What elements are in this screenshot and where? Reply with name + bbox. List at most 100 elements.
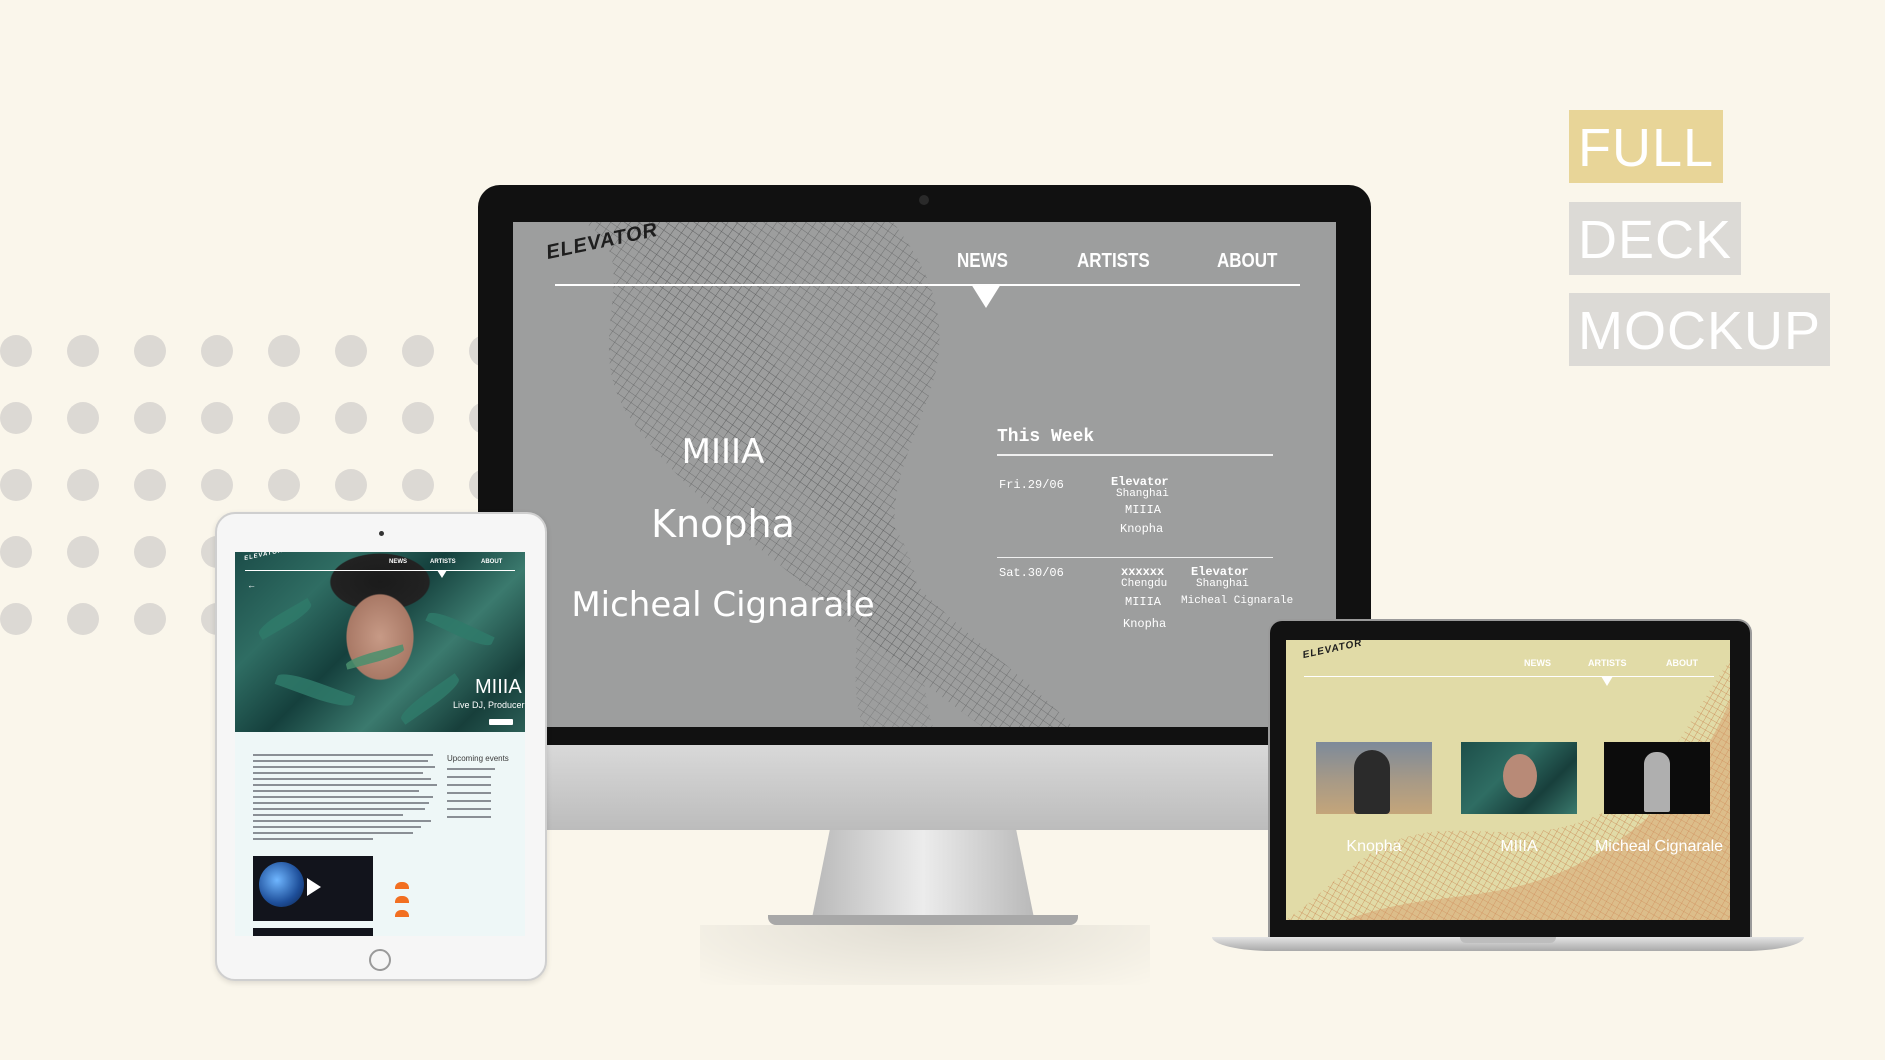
nav-underline xyxy=(245,570,515,571)
leaf-shape xyxy=(397,673,463,725)
play-icon[interactable] xyxy=(307,878,321,896)
video-thumbnail xyxy=(259,862,304,907)
video-player[interactable] xyxy=(253,856,373,921)
decorative-dot xyxy=(268,402,300,434)
contact-button[interactable] xyxy=(489,719,513,725)
artist-thumb-miiia[interactable] xyxy=(1461,742,1577,814)
nav-artists[interactable]: ARTISTS xyxy=(430,559,456,565)
tablet-camera xyxy=(379,531,384,536)
bio-text-line xyxy=(253,766,435,768)
decorative-dot xyxy=(201,402,233,434)
event-date: Fri.29/06 xyxy=(999,478,1064,492)
nav-active-indicator xyxy=(971,284,1001,308)
nav-about[interactable]: ABOUT xyxy=(481,559,502,565)
event-divider xyxy=(997,557,1273,558)
bio-text-line xyxy=(253,814,403,816)
decorative-dot xyxy=(134,536,166,568)
leaf-shape xyxy=(274,668,356,712)
leaf-shape xyxy=(255,597,315,641)
nav-artists[interactable]: ARTISTS xyxy=(1588,658,1627,668)
soundcloud-icon[interactable] xyxy=(395,910,409,917)
artist-portrait xyxy=(1644,752,1670,812)
nav-underline xyxy=(555,284,1300,286)
nav-news[interactable]: NEWS xyxy=(389,559,407,565)
bio-text-line xyxy=(253,772,423,774)
decorative-dot xyxy=(402,335,434,367)
event-city: Shanghai xyxy=(1196,578,1249,590)
decorative-dot xyxy=(201,469,233,501)
artist-label-micheal-cignarale[interactable]: Micheal Cignarale xyxy=(1584,838,1730,856)
this-week-title: This Week xyxy=(997,427,1095,447)
event-venue[interactable]: xxxxxx xyxy=(1121,565,1164,579)
laptop-screen: ELEVATOR NEWS ARTISTS ABOUT Knopha MIIIA… xyxy=(1286,640,1730,920)
artist-label-knopha[interactable]: Knopha xyxy=(1299,838,1449,856)
decorative-dot xyxy=(134,603,166,635)
decorative-dot xyxy=(0,469,32,501)
soundcloud-icon[interactable] xyxy=(395,882,409,889)
decorative-dot xyxy=(67,603,99,635)
decorative-dot xyxy=(67,402,99,434)
tablet-screen: ELEVATOR NEWS ARTISTS ABOUT ← MIIIA Live… xyxy=(235,552,525,936)
nav-active-indicator xyxy=(1601,676,1613,686)
bio-text-line xyxy=(253,832,413,834)
event-text-line xyxy=(447,808,491,810)
nav-news[interactable]: NEWS xyxy=(957,250,1008,273)
artist-label-miiia[interactable]: MIIIA xyxy=(1444,838,1594,856)
decorative-dot xyxy=(335,469,367,501)
desktop-camera xyxy=(919,195,929,205)
bio-text-line xyxy=(253,778,431,780)
next-video-strip xyxy=(253,928,373,936)
event-city: Chengdu xyxy=(1121,578,1168,590)
decorative-dot xyxy=(0,536,32,568)
event-date: Sat.30/06 xyxy=(999,566,1064,580)
decorative-dot xyxy=(335,402,367,434)
laptop-notch xyxy=(1460,937,1556,943)
nav-active-indicator xyxy=(437,570,447,578)
artist-link-miiia[interactable]: MIIIA xyxy=(513,432,933,472)
event-act: MIIIA xyxy=(1125,595,1162,609)
event-act: MIIIA xyxy=(1125,503,1162,517)
event-text-line xyxy=(447,768,495,770)
decorative-dot xyxy=(134,469,166,501)
desktop-screen: ELEVATOR NEWS ARTISTS ABOUT MIIIA Knopha… xyxy=(513,222,1336,727)
event-text-line xyxy=(447,784,491,786)
desktop-monitor-chin xyxy=(478,745,1371,830)
artist-thumb-micheal-cignarale[interactable] xyxy=(1604,742,1710,814)
artist-role: Live DJ, Producer xyxy=(453,700,525,710)
decorative-dot xyxy=(335,335,367,367)
bio-text-line xyxy=(253,760,428,762)
decorative-dot xyxy=(67,335,99,367)
back-arrow-icon[interactable]: ← xyxy=(247,580,256,590)
nav-news[interactable]: NEWS xyxy=(1524,658,1551,668)
decorative-dot xyxy=(134,335,166,367)
promo-label-full: FULL xyxy=(1569,110,1724,183)
event-text-line xyxy=(447,800,491,802)
event-venue[interactable]: Elevator xyxy=(1191,565,1249,579)
bio-text-line xyxy=(253,808,425,810)
tablet-home-button[interactable] xyxy=(369,949,391,971)
bio-text-line xyxy=(253,820,431,822)
event-venue[interactable]: Elevator xyxy=(1111,475,1169,489)
decorative-dot xyxy=(67,536,99,568)
tablet-frame: ELEVATOR NEWS ARTISTS ABOUT ← MIIIA Live… xyxy=(215,512,547,981)
nav-about[interactable]: ABOUT xyxy=(1666,658,1698,668)
nav-artists[interactable]: ARTISTS xyxy=(1077,250,1150,273)
bio-text-line xyxy=(253,784,437,786)
desktop-stand xyxy=(812,830,1034,918)
event-text-line xyxy=(447,816,491,818)
event-act: Knopha xyxy=(1120,522,1164,536)
decorative-dot xyxy=(0,402,32,434)
leaf-shape xyxy=(344,644,406,670)
artist-thumb-knopha[interactable] xyxy=(1316,742,1432,814)
artist-link-micheal-cignarale[interactable]: Micheal Cignarale xyxy=(513,585,933,625)
leaf-shape xyxy=(425,607,495,651)
desktop-shadow xyxy=(700,925,1150,985)
wireframe-wave-graphic xyxy=(583,222,1073,727)
artist-bio-section: Upcoming events xyxy=(235,732,525,936)
nav-about[interactable]: ABOUT xyxy=(1217,250,1277,273)
artist-link-knopha[interactable]: Knopha xyxy=(513,502,933,546)
soundcloud-icon[interactable] xyxy=(395,896,409,903)
decorative-dot xyxy=(0,335,32,367)
decorative-dot xyxy=(134,402,166,434)
event-act: Knopha xyxy=(1123,617,1167,631)
